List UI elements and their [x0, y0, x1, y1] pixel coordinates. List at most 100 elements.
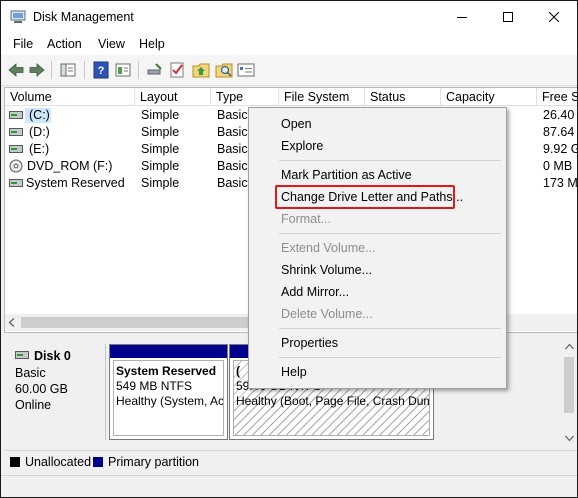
volume-name: DVD_ROM (F:) — [27, 159, 113, 173]
help-book-icon[interactable]: ? — [92, 61, 110, 79]
primary-partition-bar — [110, 345, 227, 358]
volume-layout: Simple — [141, 159, 180, 173]
volume-free-space: 26.40 — [543, 108, 575, 122]
partition-name: System Reserved — [116, 364, 217, 378]
menu-item-delete-volume[interactable]: Delete Volume... — [281, 307, 373, 321]
maximize-icon — [503, 12, 513, 22]
back-arrow-icon[interactable] — [7, 61, 25, 79]
menu-bar: File Action View Help — [1, 33, 577, 55]
scroll-down-icon[interactable] — [565, 435, 574, 442]
disk-management-window: Disk Management File Action View Help ? … — [0, 0, 578, 498]
legend-swatch-primary — [93, 457, 103, 467]
toolbar: ? — [1, 55, 577, 86]
menu-file[interactable]: File — [13, 37, 33, 51]
checklist-icon[interactable] — [168, 61, 186, 79]
drive-icon — [9, 111, 23, 119]
menu-item-help[interactable]: Help — [281, 365, 307, 379]
column-header-type[interactable]: Type — [211, 88, 279, 106]
volume-name: (E:) — [29, 142, 50, 156]
disk-management-app-icon — [10, 10, 26, 23]
svg-text:?: ? — [98, 65, 105, 77]
menu-separator — [279, 357, 501, 358]
context-menu: Open Explore Mark Partition as Active Ch… — [248, 107, 507, 389]
scroll-up-icon[interactable] — [565, 343, 574, 350]
console-tree-icon[interactable] — [59, 61, 77, 79]
menu-item-shrink-volume[interactable]: Shrink Volume... — [281, 263, 372, 277]
menu-help[interactable]: Help — [139, 37, 165, 51]
volume-layout: Simple — [141, 125, 180, 139]
volume-type: Basic — [217, 125, 248, 139]
forward-arrow-icon[interactable] — [28, 61, 46, 79]
partition-status: Healthy (System, Ac — [116, 394, 224, 408]
volume-type: Basic — [217, 108, 248, 122]
maximize-button[interactable] — [485, 1, 531, 33]
volume-layout: Simple — [141, 176, 180, 190]
menu-separator — [279, 328, 501, 329]
toolbar-separator — [84, 61, 85, 79]
menu-view[interactable]: View — [98, 37, 125, 51]
highlight-box — [275, 185, 455, 209]
volume-layout: Simple — [141, 108, 180, 122]
column-header-capacity[interactable]: Capacity — [441, 88, 537, 106]
vertical-scroll-thumb[interactable] — [564, 357, 574, 413]
legend: Unallocated Primary partition — [4, 450, 577, 473]
volume-free-space: 0 MB — [543, 159, 573, 173]
menu-separator — [279, 160, 501, 161]
partition-system-reserved[interactable]: System Reserved 549 MB NTFS Healthy (Sys… — [109, 344, 228, 440]
disk-icon — [15, 351, 29, 359]
column-header-status[interactable]: Status — [365, 88, 441, 106]
folder-up-icon[interactable] — [192, 61, 210, 79]
disk-type: Basic — [15, 366, 46, 380]
partition-status: Healthy (Boot, Page File, Crash Dump — [236, 394, 430, 408]
legend-label-primary: Primary partition — [108, 455, 199, 469]
menu-item-explore[interactable]: Explore — [281, 139, 323, 153]
menu-item-add-mirror[interactable]: Add Mirror... — [281, 285, 349, 299]
volume-type: Basic — [217, 176, 248, 190]
column-header-file-system[interactable]: File System — [279, 88, 365, 106]
properties-icon[interactable] — [114, 61, 132, 79]
menu-item-mark-active[interactable]: Mark Partition as Active — [281, 168, 412, 182]
column-header-free-space[interactable]: Free S — [537, 88, 577, 106]
column-header-layout[interactable]: Layout — [135, 88, 211, 106]
drive-icon — [9, 179, 23, 187]
volume-free-space: 9.92 G — [543, 142, 578, 156]
volume-free-space: 87.64 — [543, 125, 575, 139]
drive-icon — [9, 128, 23, 136]
title-bar[interactable]: Disk Management — [1, 1, 577, 33]
minimize-button[interactable] — [439, 1, 485, 33]
toolbar-separator — [138, 61, 139, 79]
minimize-icon — [457, 17, 467, 18]
menu-action[interactable]: Action — [47, 37, 82, 51]
disk-size: 60.00 GB — [15, 382, 68, 396]
menu-item-properties[interactable]: Properties — [281, 336, 338, 350]
volume-name: System Reserved — [26, 176, 125, 190]
close-button[interactable] — [531, 1, 577, 33]
search-folder-icon[interactable] — [215, 61, 233, 79]
window-title: Disk Management — [33, 10, 134, 24]
menu-separator — [279, 233, 501, 234]
menu-item-extend-volume[interactable]: Extend Volume... — [281, 241, 376, 255]
toolbar-separator — [51, 61, 52, 79]
close-icon — [549, 12, 559, 22]
menu-item-open[interactable]: Open — [281, 117, 312, 131]
volume-name: (C:) — [29, 108, 50, 122]
volume-name: (D:) — [29, 125, 50, 139]
legend-swatch-unallocated — [10, 457, 20, 467]
column-header-volume[interactable]: Volume — [5, 88, 135, 106]
partition-size: 549 MB NTFS — [116, 379, 193, 393]
legend-label-unallocated: Unallocated — [25, 455, 92, 469]
disk-info[interactable]: Disk 0 Basic 60.00 GB Online — [7, 344, 106, 440]
dvd-icon — [9, 159, 23, 173]
vertical-scrollbar[interactable] — [561, 338, 577, 448]
disk-name: Disk 0 — [34, 349, 71, 363]
scroll-left-icon[interactable] — [8, 318, 16, 327]
connect-icon[interactable] — [146, 61, 164, 79]
disk-status: Online — [15, 398, 52, 412]
volume-type: Basic — [217, 159, 248, 173]
volume-layout: Simple — [141, 142, 180, 156]
settings-list-icon[interactable] — [237, 61, 255, 79]
volume-type: Basic — [217, 142, 248, 156]
menu-item-format[interactable]: Format... — [281, 212, 331, 226]
volume-free-space: 173 M — [543, 176, 578, 190]
status-bar — [1, 475, 577, 497]
